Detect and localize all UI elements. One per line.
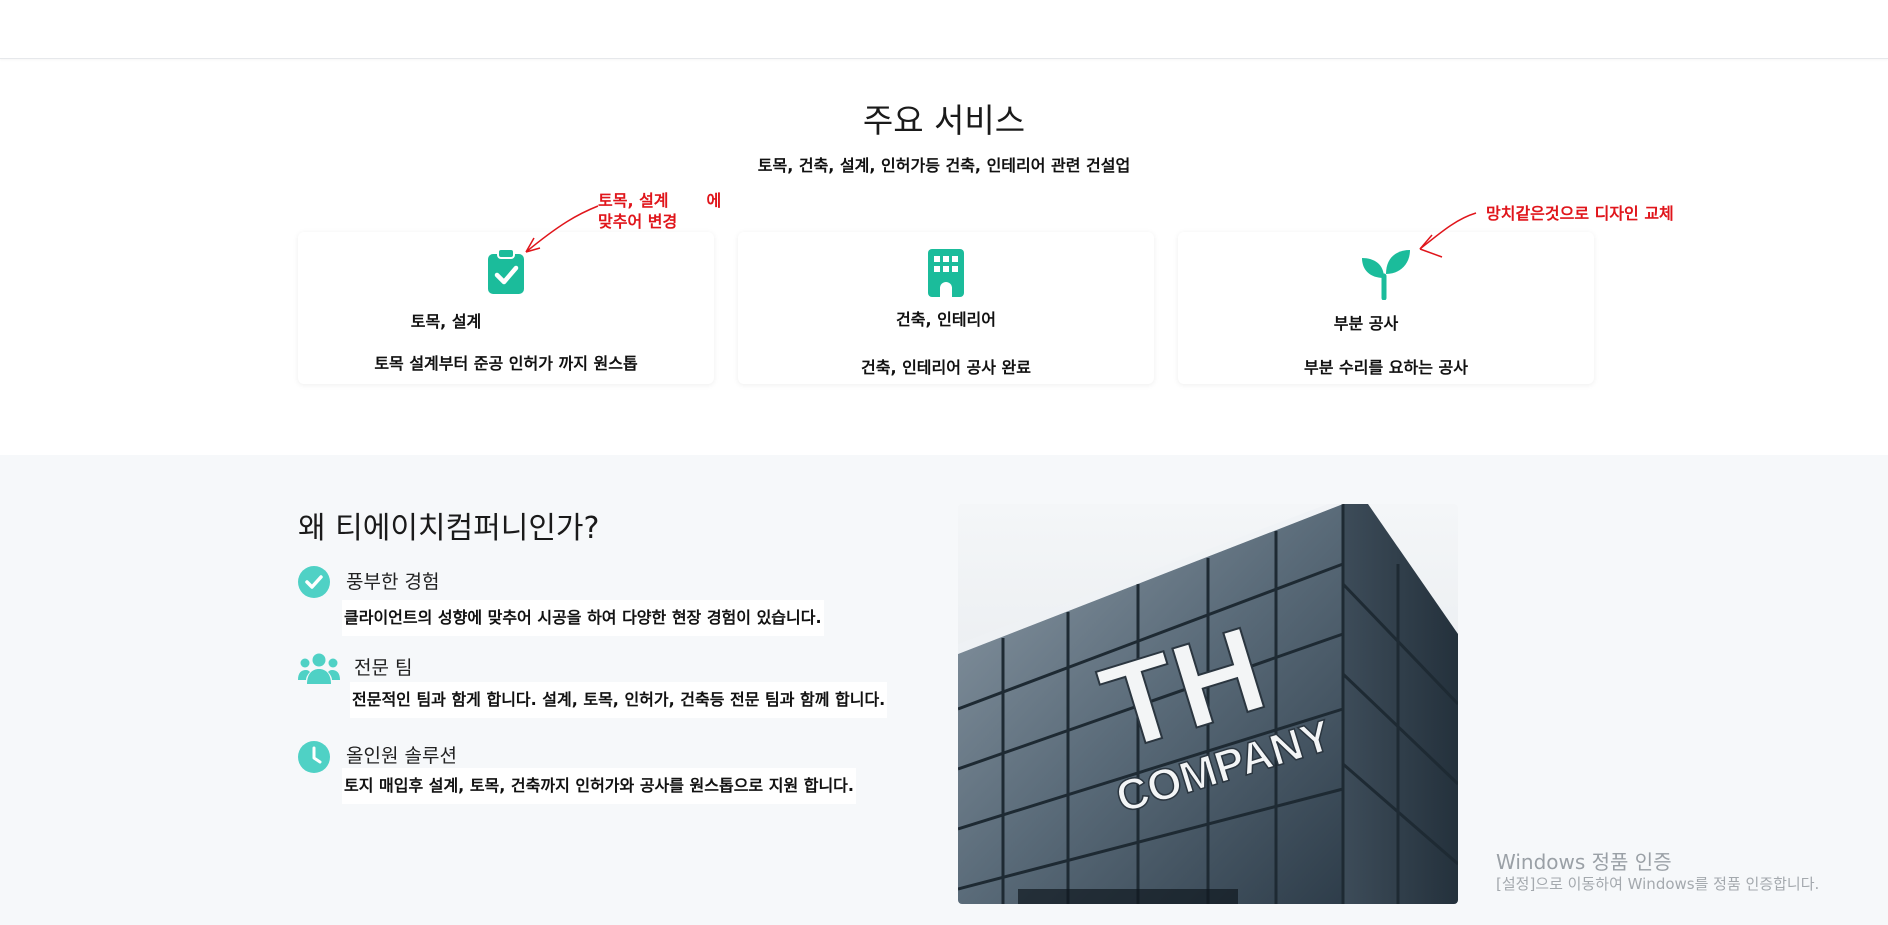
why-title: 왜 티에이치컴퍼니인가?	[298, 511, 600, 546]
annotation-right: 망치같은것으로 디자인 교체	[1486, 204, 1674, 223]
annotation-left-line1: 토목, 설계	[598, 191, 669, 210]
company-building-image: TH COMPANY	[958, 504, 1458, 904]
team-icon	[298, 653, 340, 684]
service-card-partial-work: 부분 공사 부분 수리를 요하는 공사	[1178, 232, 1594, 384]
windows-activation-subtitle: [설정]으로 이동하여 Windows를 정품 인증합니다.	[1496, 875, 1820, 893]
windows-activation-title: Windows 정품 인증	[1496, 850, 1672, 874]
service-card-title: 토목, 설계	[410, 312, 482, 331]
feature-description: 토지 매입후 설계, 토목, 건축까지 인허가와 공사를 원스톱으로 지원 합니…	[342, 768, 856, 804]
service-card-civil: 토목, 설계 토목 설계부터 준공 인허가 까지 원스톱	[298, 232, 714, 384]
service-card-architecture: 건축, 인테리어 건축, 인테리어 공사 완료	[738, 232, 1154, 384]
feature-title: 전문 팀	[354, 657, 413, 679]
feature-description: 전문적인 팀과 함게 합니다. 설계, 토목, 인허가, 건축등 전문 팀과 함…	[350, 682, 888, 718]
service-card-description: 부분 수리를 요하는 공사	[1304, 358, 1468, 377]
service-card-title: 건축, 인테리어	[896, 310, 996, 329]
top-navigation-bar	[0, 0, 1888, 59]
check-circle-icon	[298, 566, 330, 598]
service-card-description: 건축, 인테리어 공사 완료	[861, 358, 1031, 377]
services-subtitle: 토목, 건축, 설계, 인허가등 건축, 인테리어 관련 건설업	[757, 156, 1131, 175]
annotation-left-line2: 맞추어 변경	[598, 212, 678, 231]
feature-description: 클라이언트의 성향에 맞추어 시공을 하여 다양한 현장 경험이 있습니다.	[342, 600, 824, 636]
building-icon	[928, 249, 964, 297]
clock-icon	[298, 741, 330, 773]
annotation-arrow-right	[1419, 212, 1477, 258]
annotation-left-suffix: 에	[706, 191, 722, 210]
service-card-description: 토목 설계부터 준공 인허가 까지 원스톱	[374, 354, 638, 373]
feature-title: 풍부한 경험	[346, 571, 440, 593]
services-title: 주요 서비스	[862, 101, 1026, 140]
sprout-icon	[1362, 250, 1410, 300]
annotation-arrow-left	[525, 205, 599, 253]
annotation-left: 토목, 설계 에 맞추어 변경	[598, 190, 721, 232]
service-card-title: 부분 공사	[1333, 314, 1399, 333]
feature-title: 올인원 솔루션	[346, 745, 457, 767]
